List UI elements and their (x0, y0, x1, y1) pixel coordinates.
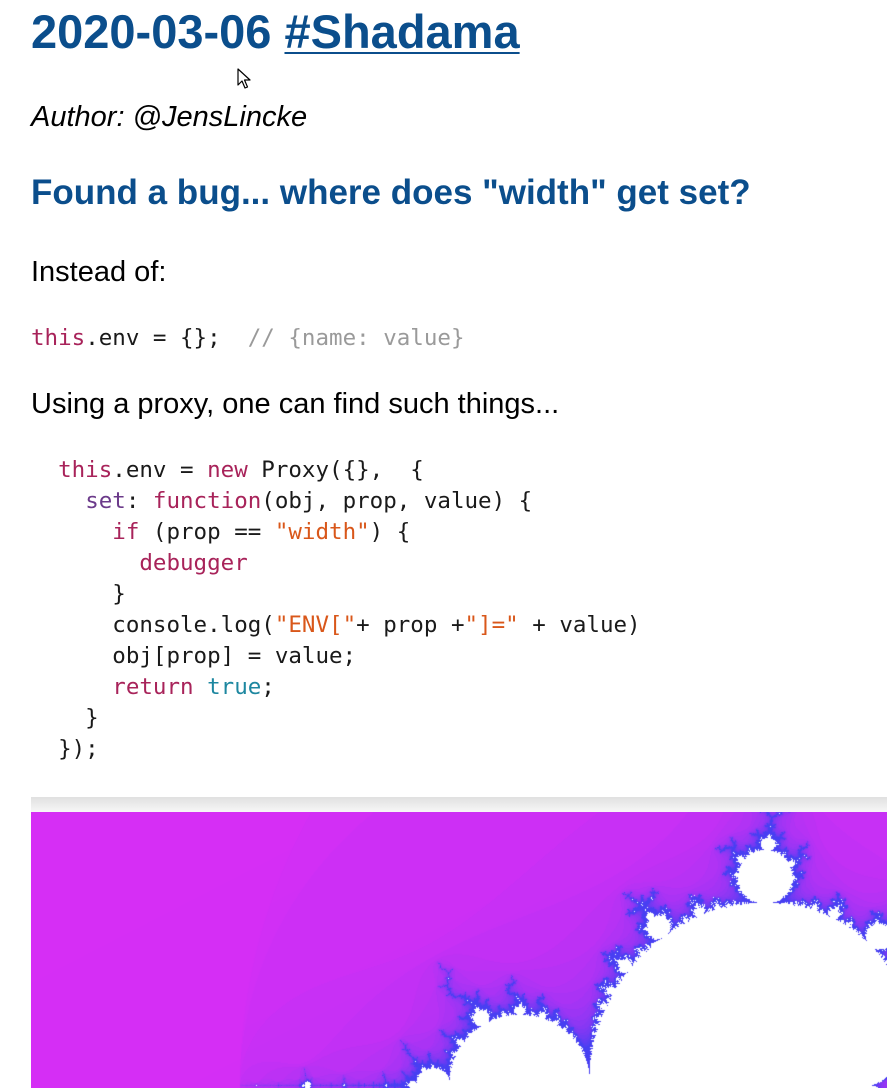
code-text: obj[prop] = value; (31, 643, 357, 669)
code-string: "]=" (464, 612, 519, 638)
page-title: 2020-03-06 #Shadama (31, 2, 520, 62)
code-line: set: function(obj, prop, value) { (31, 488, 532, 514)
code-text: } (31, 581, 126, 607)
code-line: } (31, 705, 99, 731)
tag-link-shadama[interactable]: #Shadama (284, 5, 519, 58)
canvas-top-border (31, 797, 887, 812)
mouse-pointer-icon (237, 68, 251, 89)
code-string: "width" (274, 519, 370, 545)
code-line: debugger (31, 550, 248, 576)
paragraph-instead-of: Instead of: (31, 256, 167, 288)
code-line: return true; (31, 674, 275, 700)
code-text: }); (31, 736, 99, 762)
code-text: (prop == (139, 519, 275, 545)
code-line: } (31, 581, 126, 607)
mandelbrot-fractal-canvas[interactable] (31, 812, 887, 1088)
code-text: .env = {}; (85, 325, 248, 351)
code-keyword: debugger (139, 550, 248, 576)
code-line: this.env = {}; // {name: value} (31, 325, 465, 351)
code-block-proxy: this.env = new Proxy({}, { set: function… (31, 455, 641, 765)
code-literal: true (207, 674, 262, 700)
code-string: "ENV[" (274, 612, 357, 638)
shadama-canvas-frame (31, 797, 887, 1088)
code-text: (obj, prop, value) { (261, 488, 533, 514)
code-text: .env = (112, 457, 208, 483)
code-text: ; (261, 674, 275, 700)
code-keyword: return (112, 674, 194, 700)
code-text: + prop + (356, 612, 465, 638)
code-keyword: this (58, 457, 113, 483)
code-text: + value) (518, 612, 641, 638)
code-text: ) { (369, 519, 411, 545)
code-keyword: new (207, 457, 248, 483)
code-line: }); (31, 736, 99, 762)
paragraph-using-proxy: Using a proxy, one can find such things.… (31, 388, 560, 420)
code-keyword: if (112, 519, 140, 545)
section-heading: Found a bug... where does "width" get se… (31, 173, 751, 212)
code-text: console.log( (31, 612, 275, 638)
code-snippet-inline: this.env = {}; // {name: value} (31, 323, 465, 354)
author-line: Author: @JensLincke (31, 101, 308, 133)
code-text: Proxy({}, { (247, 457, 424, 483)
code-line: obj[prop] = value; (31, 643, 356, 669)
code-text: : (125, 488, 153, 514)
code-comment: // {name: value} (247, 325, 465, 351)
code-line: console.log("ENV["+ prop +"]=" + value) (31, 612, 641, 638)
code-property: set (85, 488, 126, 514)
code-line: this.env = new Proxy({}, { (31, 457, 424, 483)
post-date: 2020-03-06 (31, 5, 272, 58)
code-keyword: function (152, 488, 262, 514)
code-keyword: this (31, 325, 86, 351)
code-line: if (prop == "width") { (31, 519, 410, 545)
code-text: } (31, 705, 99, 731)
